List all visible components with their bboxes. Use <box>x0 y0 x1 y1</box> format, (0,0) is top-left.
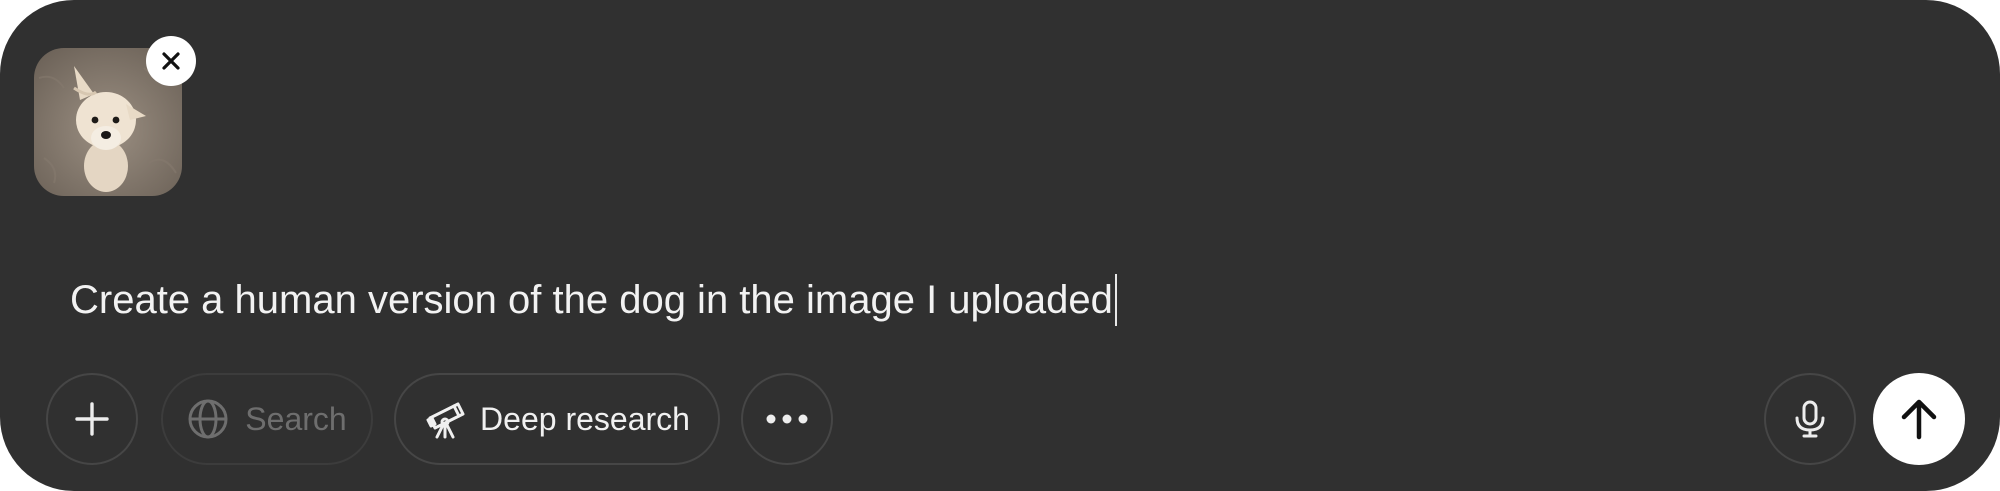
send-button[interactable] <box>1873 373 1965 465</box>
text-caret <box>1114 274 1117 326</box>
arrow-up-icon <box>1901 399 1937 440</box>
add-attachment-button[interactable] <box>46 373 138 465</box>
plus-icon <box>75 402 109 436</box>
close-icon <box>162 52 180 70</box>
attachment-preview <box>34 36 196 196</box>
globe-icon <box>188 399 228 439</box>
prompt-textarea[interactable]: Create a human version of the dog in the… <box>70 270 1930 330</box>
prompt-composer: Create a human version of the dog in the… <box>0 0 2000 491</box>
remove-attachment-button[interactable] <box>146 36 196 86</box>
search-label: Search <box>245 400 347 437</box>
search-button[interactable]: Search <box>161 373 373 465</box>
ellipsis-icon <box>766 414 808 424</box>
prompt-text: Create a human version of the dog in the… <box>70 278 1113 322</box>
voice-input-button[interactable] <box>1764 373 1856 465</box>
telescope-icon <box>426 402 465 439</box>
deep-research-button[interactable]: Deep research <box>394 373 720 465</box>
microphone-icon <box>1795 400 1825 438</box>
more-options-button[interactable] <box>741 373 833 465</box>
deep-research-label: Deep research <box>480 400 690 437</box>
